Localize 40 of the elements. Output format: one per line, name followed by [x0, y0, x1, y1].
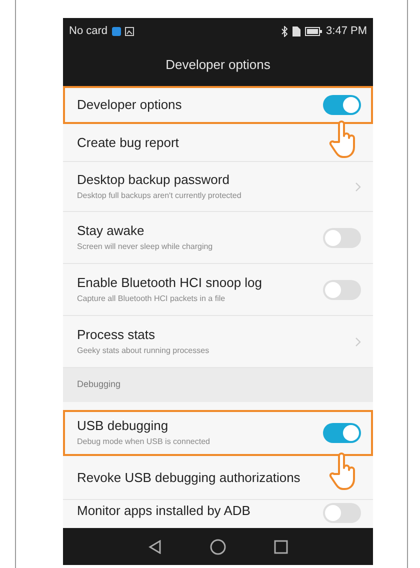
settings-row[interactable]: Stay awake Screen will never sleep while charging	[63, 212, 373, 264]
home-icon[interactable]	[210, 538, 226, 554]
recents-icon[interactable]	[274, 540, 288, 554]
image-icon	[124, 26, 134, 36]
screen-title: Developer options	[166, 56, 270, 74]
setting-description: Debug mode when USB is connected	[77, 437, 211, 447]
toggle-switch[interactable]	[323, 228, 361, 248]
setting-title: USB debugging	[77, 418, 170, 434]
setting-description: Capture all Bluetooth HCI packets in a file	[77, 294, 226, 304]
setting-title: Process stats	[77, 327, 156, 343]
settings-row[interactable]: Developer options	[63, 86, 373, 124]
clock-text: 3:47 PM	[326, 24, 367, 39]
setting-title: Stay awake	[77, 223, 146, 239]
settings-row[interactable]: Revoke USB debugging authorizations	[63, 456, 373, 500]
toggle-switch[interactable]	[323, 503, 361, 523]
section-header: Debugging	[77, 378, 121, 392]
sim-icon	[292, 26, 302, 36]
setting-title: Desktop backup password	[77, 172, 230, 188]
toggle-switch[interactable]	[323, 94, 361, 114]
settings-row[interactable]: USB debugging Debug mode when USB is connected	[63, 410, 373, 456]
chevron-right-icon	[355, 182, 361, 192]
toggle-switch[interactable]	[323, 280, 361, 300]
setting-title: Monitor apps installed by ADB	[77, 503, 252, 519]
battery-icon	[305, 26, 322, 36]
settings-row[interactable]: Desktop backup password Desktop full backups aren't currently protected	[63, 162, 373, 212]
setting-description: Screen will never sleep while charging	[77, 242, 214, 252]
app-notification-icon	[112, 26, 121, 36]
setting-title: Revoke USB debugging authorizations	[77, 470, 302, 486]
chevron-right-icon	[355, 336, 361, 346]
setting-description: Geeky stats about running processes	[77, 346, 210, 356]
setting-title: Create bug report	[77, 134, 180, 150]
back-icon[interactable]	[148, 540, 162, 554]
setting-description: Desktop full backups aren't currently protected	[77, 191, 242, 201]
toggle-switch[interactable]	[323, 422, 361, 442]
settings-row[interactable]: Create bug report	[63, 124, 373, 162]
bluetooth-icon	[281, 26, 288, 36]
settings-row[interactable]: Enable Bluetooth HCI snoop log Capture all Bluetooth HCI packets in a file	[63, 264, 373, 316]
setting-title: Developer options	[77, 96, 183, 112]
setting-title: Enable Bluetooth HCI snoop log	[77, 275, 264, 291]
carrier-text: No card	[69, 24, 108, 39]
